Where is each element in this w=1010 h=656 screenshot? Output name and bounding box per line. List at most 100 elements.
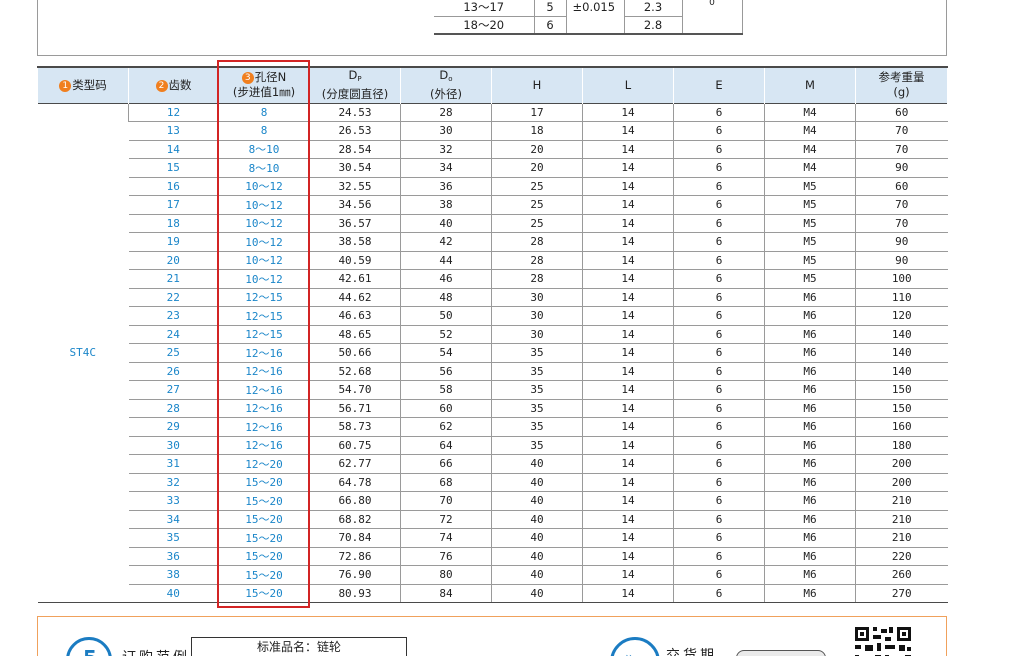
cell-w: 210 [855,528,948,548]
cell-w: 160 [855,417,948,437]
header-outer-diameter: Do (外径) [400,67,492,103]
cell-dp: 38.58 [309,232,401,252]
cell-m: M6 [764,325,856,344]
cell-h: 40 [491,565,583,585]
cell-e: 6 [673,306,765,326]
cell-l: 14 [582,510,674,529]
cell-l: 14 [582,436,674,455]
cell-n: 10～12 [218,195,310,215]
cell-z: 13 [128,121,219,141]
cell-e: 6 [673,140,765,159]
cell-m: M6 [764,528,856,548]
cell-l: 14 [582,399,674,418]
spec-top-box: 13～17 5 ±0.015 2.3 0 18～20 6 2.8 [37,0,947,56]
cell-m: M6 [764,362,856,381]
cell-m: M6 [764,343,856,363]
cell-l: 14 [582,177,674,196]
cell-n: 15～20 [218,547,310,566]
table-row: 34 15～20 68.82 72 40 14 6 M6 210 [38,510,948,529]
qr-code-icon [855,627,911,656]
cell-h: 30 [491,306,583,326]
cell-dp: 36.57 [309,214,401,233]
tolerance-cell-tol [565,16,624,35]
step-3-badge: 3 [241,72,254,85]
cell-dp: 24.53 [309,103,401,122]
cell-l: 14 [582,214,674,233]
table-row: 38 15～20 76.90 80 40 14 6 M6 260 [38,565,948,585]
cell-m: M6 [764,565,856,585]
cell-m: M6 [764,436,856,455]
cell-z: 14 [128,140,219,159]
cell-w: 70 [855,195,948,215]
tolerance-row: 13～17 5 ±0.015 2.3 0 [434,0,743,17]
cell-n: 15～20 [218,473,310,492]
cell-do: 58 [400,380,492,400]
cell-e: 6 [673,399,765,418]
table-row: 35 15～20 70.84 74 40 14 6 M6 210 [38,528,948,548]
cell-e: 6 [673,288,765,307]
cell-z: 15 [128,158,219,178]
cell-dp: 60.75 [309,436,401,455]
cell-do: 56 [400,362,492,381]
table-row: 22 12～15 44.62 48 30 14 6 M6 110 [38,288,948,307]
cell-h: 18 [491,121,583,141]
cell-dp: 76.90 [309,565,401,585]
order-example-label: 订购范例 [122,647,190,656]
header-weight: 参考重量 (g) [855,67,948,103]
cell-dp: 34.56 [309,195,401,215]
cell-n: 8 [218,121,310,141]
cell-l: 14 [582,454,674,474]
cell-n: 12～15 [218,325,310,344]
header-teeth: 2 齿数 [128,67,219,103]
cell-w: 150 [855,380,948,400]
tolerance-cell-v: 2.8 [623,16,683,35]
spec-table-wrapper: 1 类型码 2 齿数 3 孔径N (步进值1㎜) DP (分度圆直径) Do (外径) H … [37,66,948,603]
cell-w: 150 [855,399,948,418]
cell-e: 6 [673,510,765,529]
cell-do: 62 [400,417,492,437]
cell-z: 19 [128,232,219,252]
cell-e: 6 [673,195,765,215]
standard-name-box: 标准品名：链轮 [191,637,407,656]
tolerance-cell-range: 18～20 [434,16,534,35]
cell-h: 35 [491,436,583,455]
table-row: 13 8 26.53 30 18 14 6 M4 70 [38,121,948,141]
cell-h: 28 [491,251,583,270]
cell-h: 40 [491,547,583,566]
cell-w: 200 [855,454,948,474]
cell-e: 6 [673,121,765,141]
cell-w: 70 [855,140,948,159]
cell-m: M6 [764,547,856,566]
table-row: 29 12～16 58.73 62 35 14 6 M6 160 [38,417,948,437]
cell-n: 12～15 [218,306,310,326]
cell-e: 6 [673,417,765,437]
cell-m: M5 [764,269,856,289]
cell-h: 25 [491,214,583,233]
table-row: 31 12～20 62.77 66 40 14 6 M6 200 [38,454,948,474]
cell-z: 35 [128,528,219,548]
table-row: 19 10～12 38.58 42 28 14 6 M5 90 [38,232,948,252]
cell-e: 6 [673,103,765,122]
cell-z: 32 [128,473,219,492]
cell-z: 17 [128,195,219,215]
cell-w: 120 [855,306,948,326]
cell-z: 22 [128,288,219,307]
cell-l: 14 [582,232,674,252]
cell-do: 72 [400,510,492,529]
delivery-pill [736,650,826,656]
cell-m: M6 [764,473,856,492]
header-e: E [673,67,765,103]
table-row: 32 15～20 64.78 68 40 14 6 M6 200 [38,473,948,492]
cell-h: 20 [491,158,583,178]
cell-dp: 44.62 [309,288,401,307]
cell-m: M6 [764,399,856,418]
table-row: 25 12～16 50.66 54 35 14 6 M6 140 [38,343,948,363]
cell-dp: 42.61 [309,269,401,289]
step-1-badge: 1 [59,79,72,92]
cell-m: M6 [764,584,856,603]
cell-l: 14 [582,140,674,159]
cell-e: 6 [673,380,765,400]
cell-h: 30 [491,325,583,344]
sprocket-spec-table: 1 类型码 2 齿数 3 孔径N (步进值1㎜) DP (分度圆直径) Do (外径) H … [37,66,948,603]
cell-w: 60 [855,177,948,196]
